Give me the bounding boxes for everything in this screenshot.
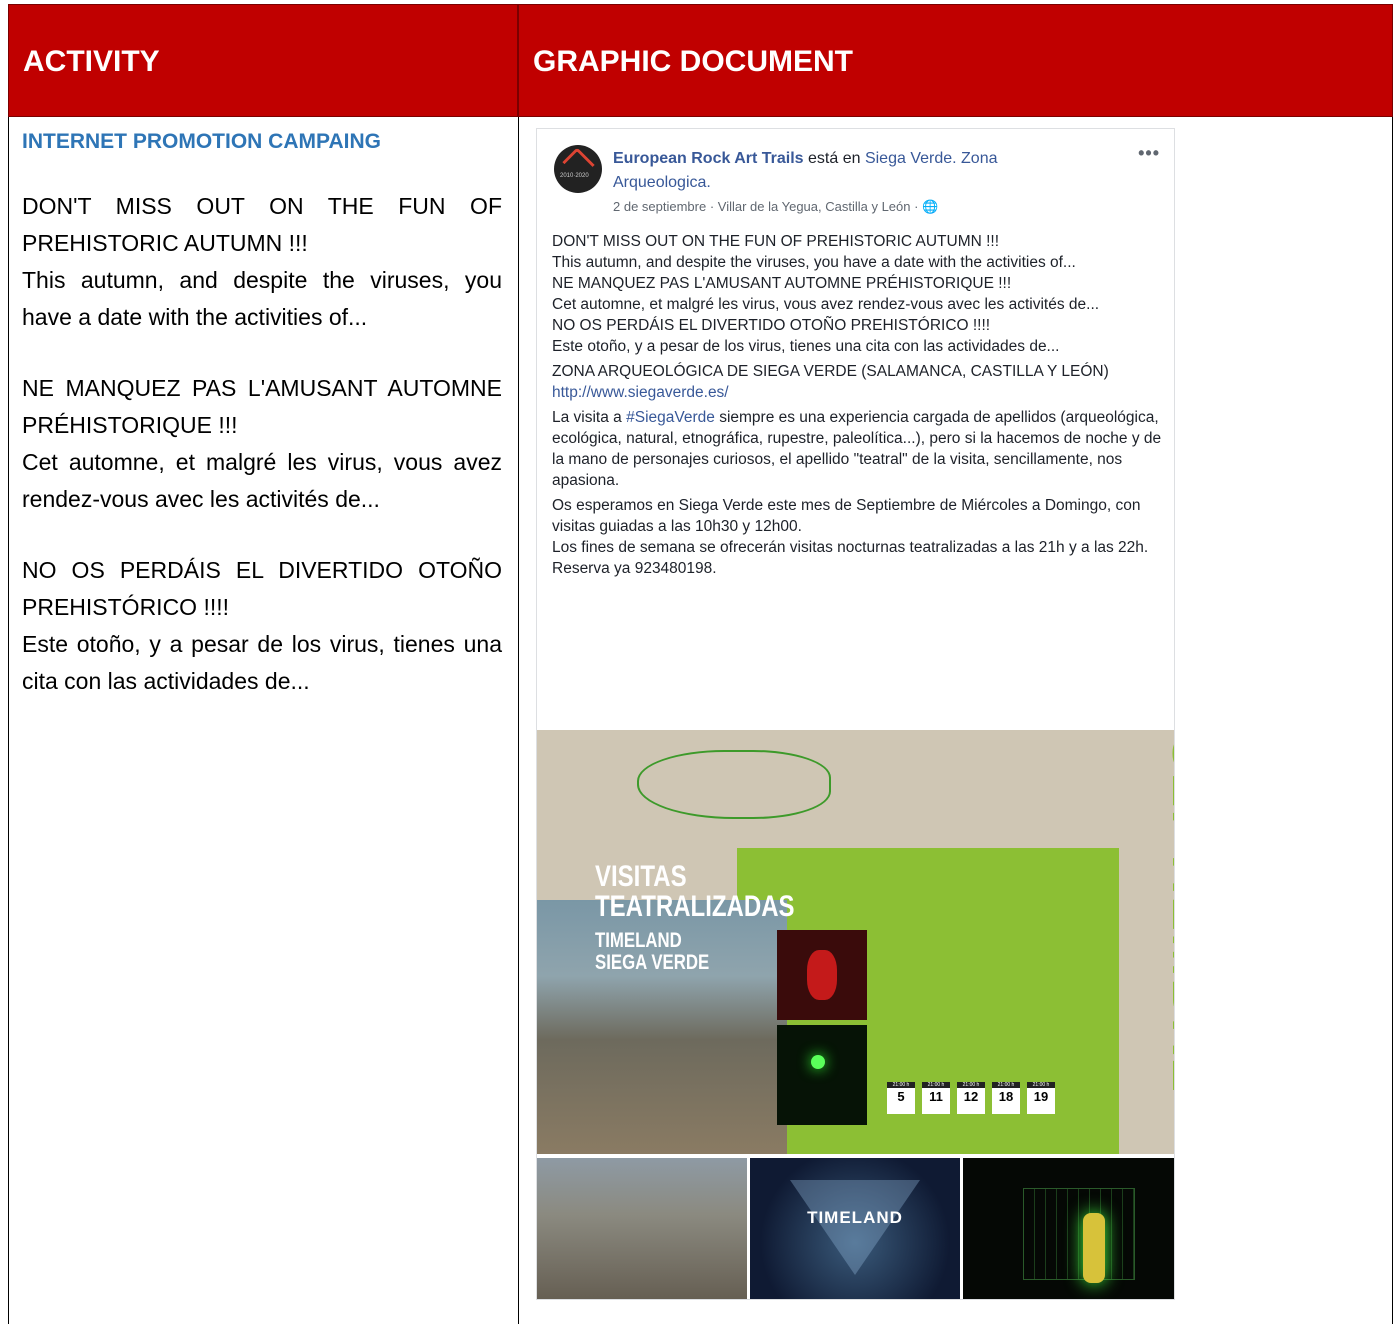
post-line: NE MANQUEZ PAS L'AMUSANT AUTOMNE PRÉHIST…	[552, 275, 1012, 292]
date-box: 21:00 h 19	[1027, 1082, 1055, 1114]
date-box: 21:00 h 12	[957, 1082, 985, 1114]
table-border-left	[8, 117, 9, 1324]
activity-block-fr: NE MANQUEZ PAS L'AMUSANT AUTOMNE PRÉHIST…	[22, 370, 502, 518]
activity-block-text: This autumn, and despite the viruses, yo…	[22, 267, 502, 330]
post-zona: ZONA ARQUEOLÓGICA DE SIEGA VERDE (SALAMA…	[552, 363, 1109, 380]
poster-month: SEPTIEMBRE	[1115, 736, 1174, 1151]
activity-block-es: NO OS PERDÁIS EL DIVERTIDO OTOÑO PREHIST…	[22, 552, 502, 700]
more-options-icon[interactable]: •••	[1138, 143, 1160, 164]
hashtag-link[interactable]: #SiegaVerde	[626, 409, 715, 426]
activity-block-text: Cet automne, et malgré les virus, vous a…	[22, 449, 502, 512]
poster-title-line-1: VISITAS	[595, 860, 687, 893]
night-visit-thumbnail[interactable]	[963, 1158, 1174, 1299]
date-box: 21:00 h 18	[992, 1082, 1020, 1114]
aerial-photo-thumbnail[interactable]	[537, 1158, 747, 1299]
date-time: 21:00 h	[1027, 1082, 1055, 1088]
timeland-thumbnail[interactable]: TIMELAND	[750, 1158, 960, 1299]
post-line: NO OS PERDÁIS EL DIVERTIDO OTOÑO PREHIST…	[552, 317, 991, 334]
post-fines: Los fines de semana se ofrecerán visitas…	[552, 539, 1149, 577]
date-time: 21:00 h	[922, 1082, 950, 1088]
activity-block-en: DON'T MISS OUT ON THE FUN OF PREHISTORIC…	[22, 188, 502, 336]
date-box: 21:00 h5	[887, 1082, 915, 1114]
website-link[interactable]: http://www.siegaverde.es/	[552, 382, 1162, 403]
visita-pre: La visita a	[552, 409, 627, 426]
graphic-document-header: GRAPHIC DOCUMENT	[518, 4, 1393, 117]
poster-subtitle-line-2: SIEGA VERDE	[595, 951, 710, 974]
date-box: 21:00 h 11	[922, 1082, 950, 1114]
poster-actor-photo	[777, 930, 867, 1020]
timeland-thumb-title: TIMELAND	[807, 1208, 903, 1227]
poster-month-label: SEPTIEMBRE	[1161, 736, 1174, 1095]
event-poster-image[interactable]: VISITAS TEATRALIZADAS TIMELAND SIEGA VERDE…	[537, 730, 1174, 1154]
post-meta: 2 de septiembre · Villar de la Yegua, Ca…	[613, 199, 939, 214]
post-header: European Rock Art Trails está en Siega V…	[613, 147, 1093, 195]
poster-night-photo	[777, 1025, 867, 1125]
date-time: 21:00 h	[992, 1082, 1020, 1088]
post-line: This autumn, and despite the viruses, yo…	[552, 254, 1076, 271]
date-day: 5	[897, 1089, 905, 1104]
author-verb: está en	[803, 150, 865, 167]
activity-block-heading: NE MANQUEZ PAS L'AMUSANT AUTOMNE PRÉHIST…	[22, 375, 502, 438]
activity-subtitle: INTERNET PROMOTION CAMPAING	[22, 130, 381, 153]
date-day: 18	[998, 1089, 1014, 1104]
activity-header-label: ACTIVITY	[23, 45, 160, 78]
activity-cell: INTERNET PROMOTION CAMPAING DON'T MISS O…	[22, 124, 502, 700]
date-day: 12	[963, 1089, 979, 1104]
post-visita: La visita a #SiegaVerde siempre es una e…	[552, 407, 1162, 491]
bull-drawing	[637, 750, 831, 819]
author-link[interactable]: European Rock Art Trails	[613, 150, 804, 167]
date-time: 21:00 h	[957, 1082, 985, 1088]
activity-block-heading: NO OS PERDÁIS EL DIVERTIDO OTOÑO PREHIST…	[22, 557, 502, 620]
activity-block-text: Este otoño, y a pesar de los virus, tien…	[22, 631, 502, 694]
poster-dates: 21:00 h5 21:00 h 11 21:00 h 12 21:00 h 18 2…	[887, 1082, 1055, 1114]
date-time: 21:00 h	[887, 1082, 915, 1088]
poster-subtitle-line-1: TIMELAND	[595, 929, 682, 952]
graphic-document-header-label: GRAPHIC DOCUMENT	[533, 45, 853, 78]
date-day: 19	[1033, 1089, 1049, 1104]
table-border-middle	[518, 117, 519, 1324]
activity-block-heading: DON'T MISS OUT ON THE FUN OF PREHISTORIC…	[22, 193, 502, 256]
post-line: Este otoño, y a pesar de los virus, tien…	[552, 338, 1060, 355]
date-day: 11	[929, 1089, 943, 1104]
poster-title-line-2: TEATRALIZADAS	[595, 890, 795, 923]
post-line: Cet automne, et malgré les virus, vous a…	[552, 296, 1100, 313]
post-body: DON'T MISS OUT ON THE FUN OF PREHISTORIC…	[552, 231, 1162, 579]
page-avatar[interactable]	[554, 145, 602, 193]
facebook-post: European Rock Art Trails está en Siega V…	[536, 128, 1175, 1300]
activity-header: ACTIVITY	[8, 4, 518, 117]
poster-subtitle: TIMELAND SIEGA VERDE	[595, 930, 709, 974]
post-line: DON'T MISS OUT ON THE FUN OF PREHISTORIC…	[552, 233, 1000, 250]
poster-title: VISITAS TEATRALIZADAS	[595, 862, 795, 922]
post-esperamos: Os esperamos en Siega Verde este mes de …	[552, 497, 1141, 535]
